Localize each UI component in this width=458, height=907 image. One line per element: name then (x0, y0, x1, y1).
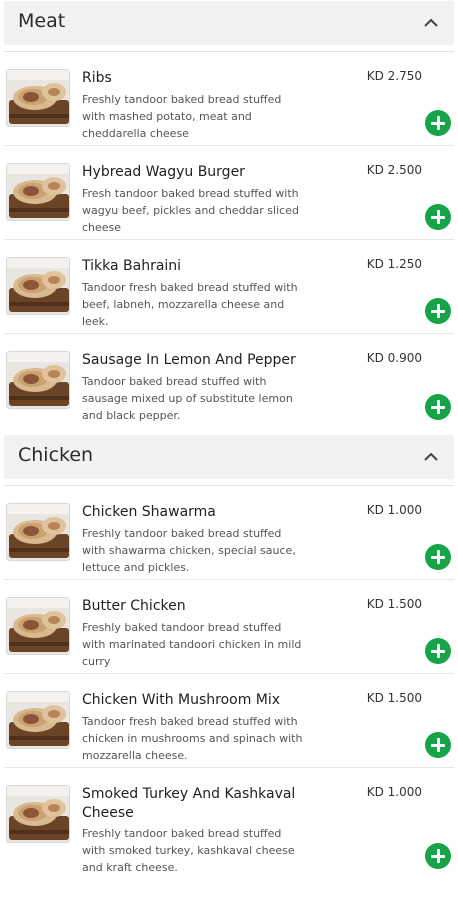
item-name: Smoked Turkey And Kashkaval Cheese (82, 786, 296, 821)
item-price: KD 0.900 (366, 351, 422, 365)
menu-item-hybread-wagyu-burger[interactable]: Hybread Wagyu Burger Fresh tandoor baked… (4, 146, 454, 240)
chevron-up-icon[interactable] (422, 448, 440, 466)
item-name: Sausage In Lemon And Pepper (82, 352, 296, 368)
item-description: Freshly tandoor baked bread stuffed with… (82, 93, 282, 140)
item-description: Freshly baked tandoor bread stuffed with… (82, 621, 302, 668)
item-description: Tandoor fresh baked bread stuffed with c… (82, 715, 303, 762)
item-name: Tikka Bahraini (82, 258, 182, 274)
food-photo (6, 257, 70, 315)
item-name: Chicken With Mushroom Mix (82, 692, 281, 708)
section-meat: Meat Ribs Freshly tandoor baked bread st… (0, 0, 458, 429)
food-photo (6, 597, 70, 655)
menu-item-sausage-lemon-pepper[interactable]: Sausage In Lemon And Pepper Tandoor bake… (4, 334, 454, 429)
item-description: Freshly tandoor baked bread stuffed with… (82, 827, 295, 874)
item-description: Fresh tandoor baked bread stuffed with w… (82, 187, 299, 234)
item-description: Tandoor fresh baked bread stuffed with b… (82, 281, 298, 328)
item-name: Hybread Wagyu Burger (82, 164, 245, 180)
item-description: Tandoor baked bread stuffed with sausage… (82, 375, 293, 422)
item-name: Butter Chicken (82, 598, 186, 614)
section-chicken: Chicken Chicken Shawarma Freshly tandoor… (0, 435, 458, 878)
food-photo (6, 69, 70, 127)
menu-item-smoked-turkey-kashkaval[interactable]: Smoked Turkey And Kashkaval Cheese Fresh… (4, 768, 454, 878)
item-price: KD 2.500 (366, 163, 422, 177)
add-to-cart-button[interactable] (425, 204, 451, 230)
section-title: Chicken (18, 444, 94, 466)
add-to-cart-button[interactable] (425, 843, 451, 869)
item-price: KD 1.000 (366, 785, 422, 799)
section-header-chicken[interactable]: Chicken (4, 435, 454, 479)
item-price: KD 1.500 (366, 691, 422, 705)
food-photo (6, 351, 70, 409)
menu-item-ribs[interactable]: Ribs Freshly tandoor baked bread stuffed… (4, 52, 454, 146)
add-to-cart-button[interactable] (425, 394, 451, 420)
add-to-cart-button[interactable] (425, 732, 451, 758)
food-photo (6, 503, 70, 561)
section-header-meat[interactable]: Meat (4, 1, 454, 45)
item-description: Freshly tandoor baked bread stuffed with… (82, 527, 296, 574)
item-price: KD 1.500 (366, 597, 422, 611)
add-to-cart-button[interactable] (425, 110, 451, 136)
chevron-up-icon[interactable] (422, 14, 440, 32)
add-to-cart-button[interactable] (425, 544, 451, 570)
add-to-cart-button[interactable] (425, 638, 451, 664)
food-photo (6, 163, 70, 221)
add-to-cart-button[interactable] (425, 298, 451, 324)
menu-item-butter-chicken[interactable]: Butter Chicken Freshly baked tandoor bre… (4, 580, 454, 674)
menu-item-chicken-shawarma[interactable]: Chicken Shawarma Freshly tandoor baked b… (4, 486, 454, 580)
section-title: Meat (18, 10, 66, 32)
menu-item-chicken-mushroom-mix[interactable]: Chicken With Mushroom Mix Tandoor fresh … (4, 674, 454, 768)
menu-item-tikka-bahraini[interactable]: Tikka Bahraini Tandoor fresh baked bread… (4, 240, 454, 334)
item-price: KD 1.000 (366, 503, 422, 517)
food-photo (6, 785, 70, 843)
item-name: Ribs (82, 70, 112, 86)
item-price: KD 2.750 (366, 69, 422, 83)
food-photo (6, 691, 70, 749)
item-name: Chicken Shawarma (82, 504, 216, 520)
item-price: KD 1.250 (366, 257, 422, 271)
